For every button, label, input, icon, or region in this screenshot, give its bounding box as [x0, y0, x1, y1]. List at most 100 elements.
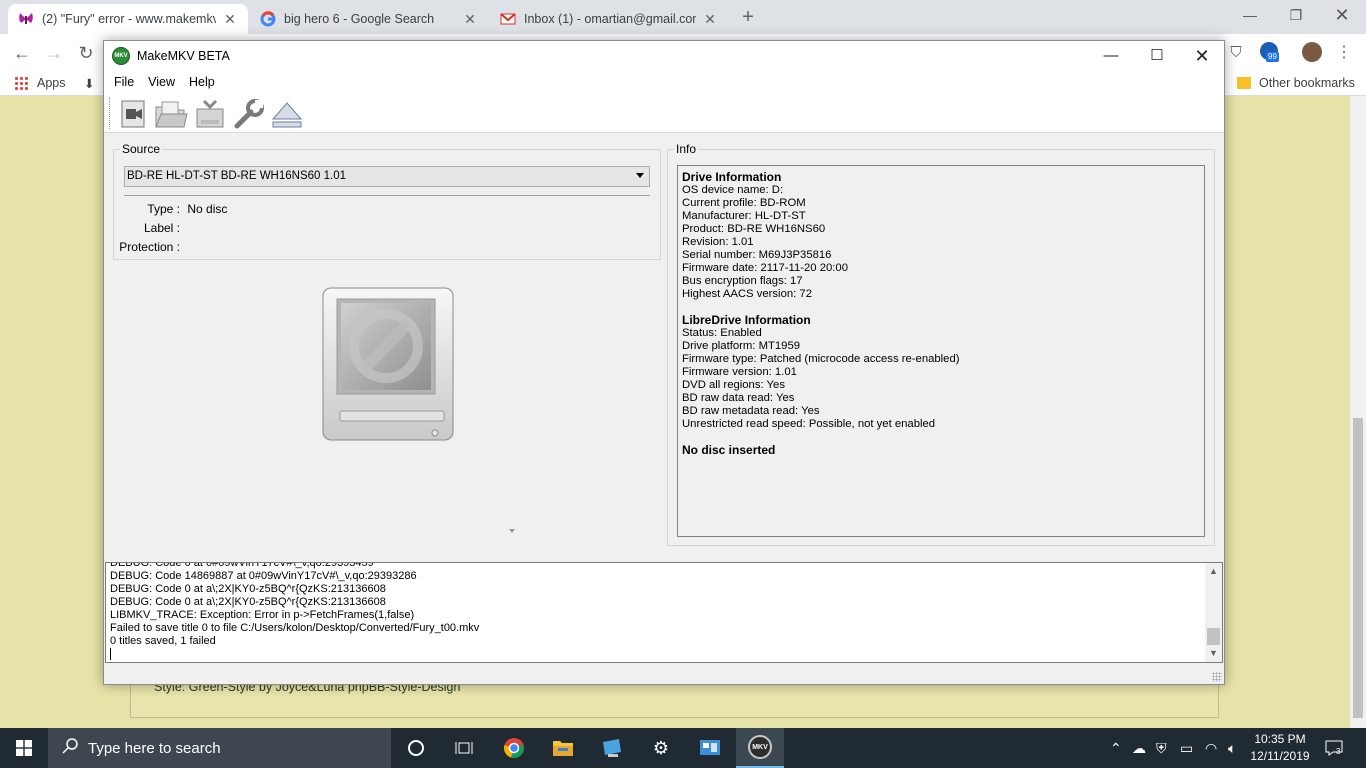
scroll-up-icon[interactable]: ▲ — [1205, 563, 1222, 580]
settings-gear-icon[interactable]: ⚙ — [637, 728, 685, 768]
log-line: DEBUG: Code 0 at a\;2X|KY0-z5BQ^r{QzKS:2… — [110, 583, 386, 595]
log-cursor-line — [110, 648, 479, 661]
log-line: DEBUG: Code 0 at a\;2X|KY0-z5BQ^r{QzKS:2… — [110, 596, 386, 608]
extension-icon[interactable]: 99 — [1257, 42, 1281, 64]
log-line: LIBMKV_TRACE: Exception: Error in p->Fet… — [110, 609, 415, 621]
open-folder-icon[interactable] — [154, 97, 188, 131]
source-group-label: Source — [120, 142, 163, 156]
menu-dots-icon[interactable]: ⋮ — [1332, 42, 1356, 64]
wifi-icon[interactable]: ◠ — [1205, 728, 1217, 768]
log-scrollbar-thumb[interactable] — [1207, 628, 1220, 645]
libredrive-info-line: Drive platform: MT1959 — [682, 340, 801, 352]
drive-info-line: Product: BD-RE WH16NS60 — [682, 223, 826, 235]
label-row: Label : — [114, 221, 184, 235]
splitter-arrow-icon[interactable] — [509, 529, 515, 533]
libredrive-info-line: BD raw data read: Yes — [682, 392, 795, 404]
pocket-icon[interactable]: ⛉ — [1224, 42, 1248, 64]
makemkv-taskbar-icon[interactable]: MKV — [736, 728, 784, 768]
close-window-icon[interactable]: ✕ — [1179, 41, 1225, 71]
windows-taskbar: Type here to search ⚙ MKV ⌃ ☁ ⛨ ▭ ◠ 🔈︎ 1… — [0, 728, 1366, 768]
file-explorer-icon[interactable] — [539, 728, 587, 768]
chrome-icon[interactable] — [490, 728, 538, 768]
apps-label: Apps — [37, 76, 66, 90]
tab-google-search[interactable]: big hero 6 - Google Search ✕ — [250, 4, 488, 34]
apps-bookmark[interactable]: Apps — [14, 76, 66, 90]
apps-grid-icon — [14, 76, 28, 90]
scroll-down-icon[interactable]: ▼ — [1205, 645, 1222, 662]
onedrive-cloud-icon[interactable]: ☁ — [1132, 728, 1146, 768]
security-icon[interactable]: ⛨ — [1156, 728, 1167, 768]
volume-icon[interactable]: 🔈︎ — [1228, 728, 1236, 768]
resize-grip-icon[interactable] — [1212, 672, 1222, 682]
menu-bar: File View Help — [104, 71, 1224, 93]
reload-icon[interactable]: ↻ — [74, 42, 98, 64]
control-panel-icon[interactable] — [686, 728, 734, 768]
page-scrollbar[interactable] — [1350, 96, 1366, 728]
label-label: Label : — [143, 221, 180, 235]
disc-status: No disc inserted — [682, 443, 776, 457]
drive-image — [322, 287, 456, 448]
minimize-icon[interactable]: — — [1227, 0, 1273, 30]
maximize-icon[interactable]: ☐ — [1134, 41, 1180, 71]
back-icon[interactable]: ← — [10, 42, 34, 64]
menu-file[interactable]: File — [107, 75, 141, 89]
forward-icon[interactable]: → — [42, 42, 66, 64]
svg-text:3: 3 — [1336, 747, 1341, 756]
desktop-app-icon[interactable] — [588, 728, 636, 768]
eject-icon[interactable] — [270, 97, 304, 131]
close-tab-icon[interactable]: ✕ — [462, 11, 478, 28]
taskbar-clock[interactable]: 10:35 PM 12/11/2019 — [1247, 731, 1313, 765]
notifications-icon[interactable]: 3 — [1325, 728, 1343, 768]
libredrive-info-line: Firmware type: Patched (microcode access… — [682, 353, 960, 365]
new-tab-button[interactable]: + — [738, 6, 758, 28]
cortana-icon[interactable] — [392, 728, 440, 768]
minimize-icon[interactable]: — — [1088, 41, 1134, 71]
makemkv-window: MKV MakeMKV BETA — ☐ ✕ File View Help So… — [103, 40, 1225, 685]
folder-icon — [1237, 77, 1251, 89]
page-scrollbar-thumb[interactable] — [1353, 418, 1363, 718]
clock-date: 12/11/2019 — [1250, 749, 1310, 763]
search-icon — [62, 738, 78, 758]
tab-makemkv-forum[interactable]: (2) "Fury" error - www.makemkv.c ✕ — [8, 4, 248, 34]
log-line: DEBUG: Code 0 at 0#09wVinY17cV#\_v,qo:29… — [110, 562, 374, 569]
log-lines: DEBUG: Code 0 at 0#09wVinY17cV#\_v,qo:29… — [110, 562, 480, 661]
makemkv-forum-icon — [18, 11, 34, 27]
show-hidden-icons[interactable]: ⌃ — [1110, 728, 1122, 768]
text-cursor — [110, 648, 111, 661]
close-window-icon[interactable]: ✕ — [1319, 0, 1365, 30]
app-toolbar — [104, 93, 1224, 133]
windows-start-icon[interactable] — [0, 728, 48, 768]
log-line: Failed to save title 0 to file C:/Users/… — [110, 622, 480, 634]
drive-info-heading: Drive Information — [682, 170, 782, 184]
backup-icon[interactable] — [193, 97, 227, 131]
drive-info-line: Current profile: BD-ROM — [682, 197, 806, 209]
menu-help[interactable]: Help — [182, 75, 222, 89]
libredrive-info-heading: LibreDrive Information — [682, 313, 811, 327]
info-group-label: Info — [674, 142, 699, 156]
other-bookmarks-label: Other bookmarks — [1259, 76, 1355, 90]
log-line: 0 titles saved, 1 failed — [110, 635, 216, 647]
info-group: Info Drive Information OS device name: D… — [667, 142, 1215, 546]
preferences-wrench-icon[interactable] — [232, 97, 266, 131]
open-file-icon[interactable] — [117, 97, 151, 131]
log-scrollbar[interactable]: ▲ ▼ — [1205, 563, 1222, 662]
libredrive-info-line: Status: Enabled — [682, 327, 762, 339]
protection-label: Protection : — [119, 240, 180, 254]
type-row: Type : No disc — [114, 202, 227, 216]
menu-view[interactable]: View — [141, 75, 182, 89]
profile-avatar[interactable] — [1300, 42, 1324, 64]
tab-gmail-inbox[interactable]: Inbox (1) - omartian@gmail.com ✕ — [490, 4, 728, 34]
libredrive-info-line: BD raw metadata read: Yes — [682, 405, 820, 417]
close-tab-icon[interactable]: ✕ — [222, 11, 238, 28]
download-icon[interactable]: ⬇ — [84, 76, 94, 91]
drive-select[interactable]: BD-RE HL-DT-ST BD-RE WH16NS60 1.01 — [124, 166, 650, 187]
restore-icon[interactable]: ❐ — [1273, 0, 1319, 30]
task-view-icon[interactable] — [440, 728, 488, 768]
battery-icon[interactable]: ▭ — [1180, 728, 1193, 768]
taskbar-search[interactable]: Type here to search — [48, 728, 391, 768]
type-value: No disc — [187, 202, 228, 216]
source-group: Source BD-RE HL-DT-ST BD-RE WH16NS60 1.0… — [113, 142, 661, 260]
other-bookmarks[interactable]: Other bookmarks — [1237, 76, 1355, 90]
log-output[interactable]: DEBUG: Code 0 at 0#09wVinY17cV#\_v,qo:29… — [105, 562, 1223, 663]
close-tab-icon[interactable]: ✕ — [702, 11, 718, 28]
